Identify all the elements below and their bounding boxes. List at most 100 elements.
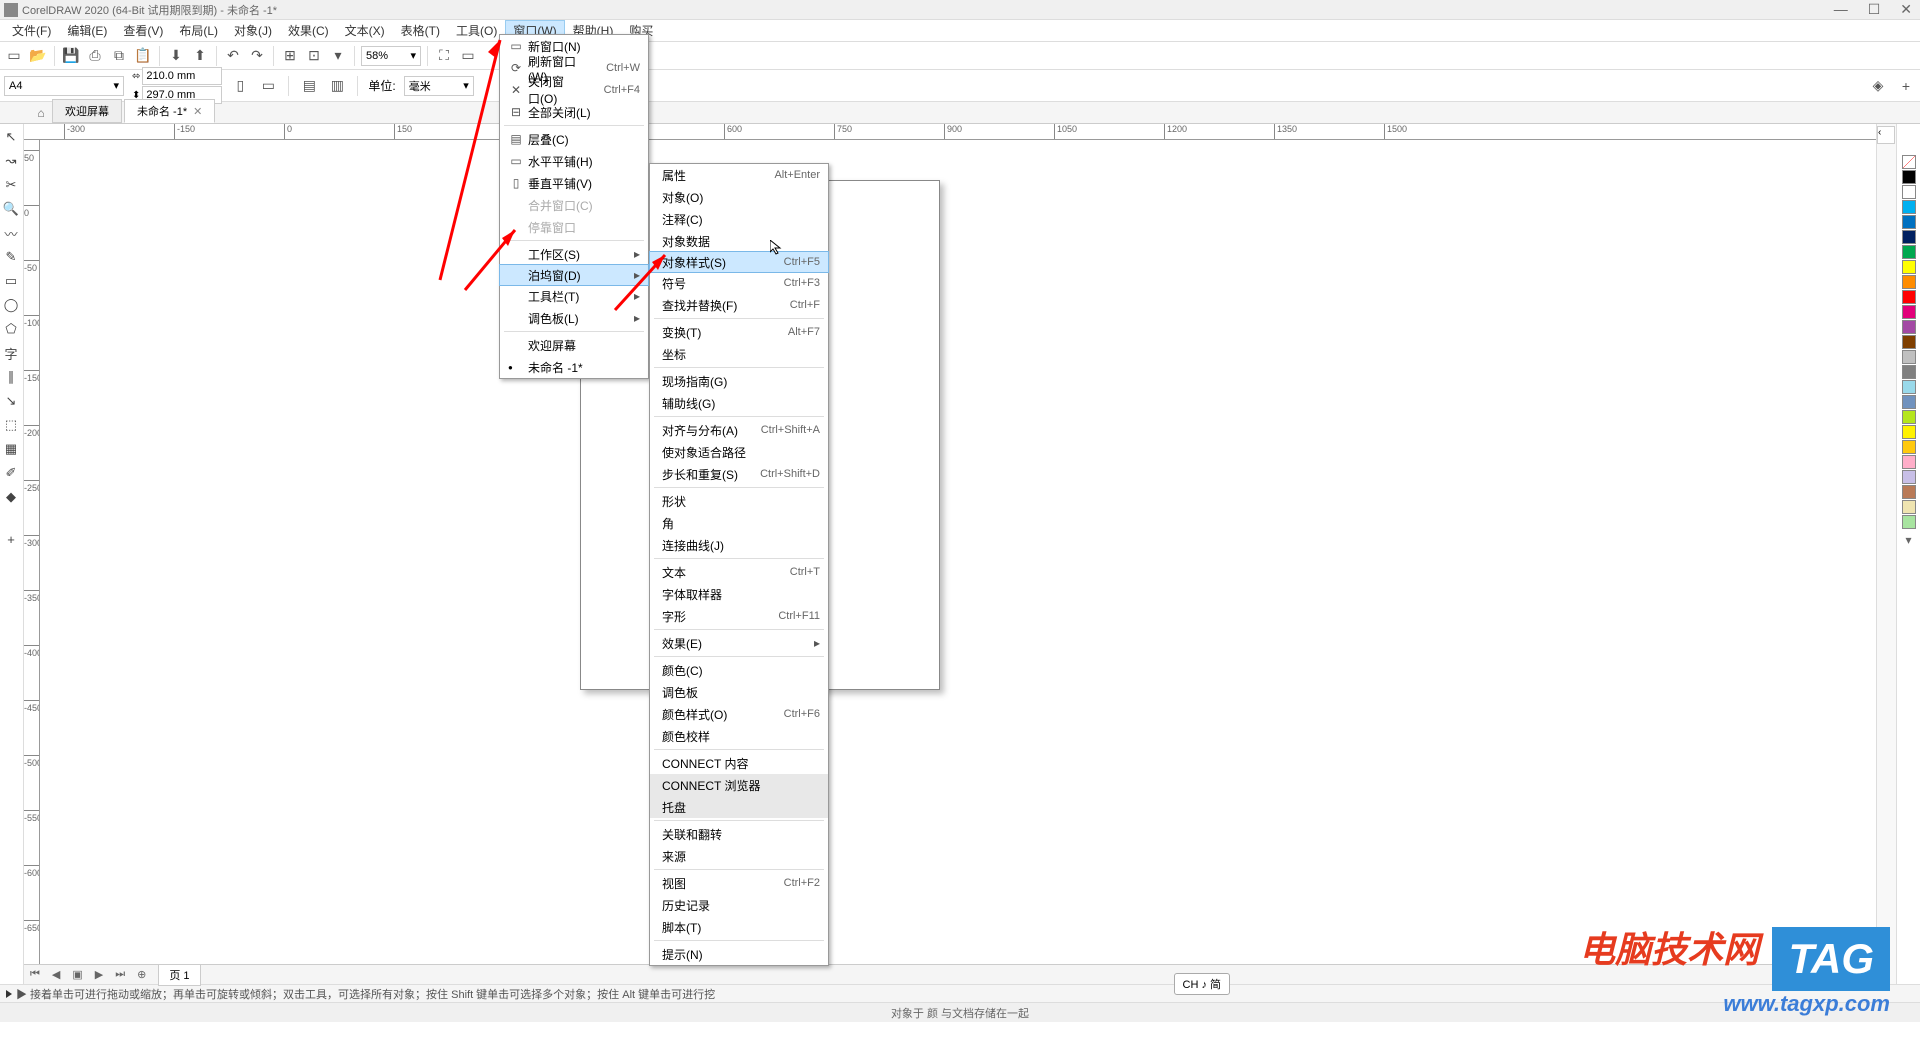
docker-menu-item-44[interactable]: 提示(N) (650, 943, 828, 965)
paste-icon[interactable]: 📋 (133, 46, 153, 66)
docker-menu-item-23[interactable]: 字体取样器 (650, 583, 828, 605)
window-menu-item-2[interactable]: ✕关闭窗口(O)Ctrl+F4 (500, 79, 648, 101)
ime-indicator[interactable]: CH ♪ 简 (1174, 973, 1231, 995)
docker-menu-item-24[interactable]: 字形Ctrl+F11 (650, 605, 828, 627)
docker-menu-item-4[interactable]: 对象样式(S)Ctrl+F5 (649, 251, 829, 273)
portrait-icon[interactable]: ▯ (230, 76, 250, 96)
preview-icon[interactable]: ▭ (458, 46, 478, 66)
crop-tool[interactable]: ✂ (0, 174, 22, 196)
color-swatch-11[interactable] (1902, 335, 1916, 349)
crop-icon[interactable]: ◈ (1868, 76, 1888, 96)
shape-tool[interactable]: ↝ (0, 150, 22, 172)
docker-menu-item-31[interactable]: 颜色校样 (650, 725, 828, 747)
export-icon[interactable]: ⬆ (190, 46, 210, 66)
docker-menu-item-37[interactable]: 关联和翻转 (650, 823, 828, 845)
docker-menu-item-2[interactable]: 注释(C) (650, 208, 828, 230)
menu-5[interactable]: 效果(C) (280, 20, 337, 41)
docker-menu-item-0[interactable]: 属性Alt+Enter (650, 164, 828, 186)
freehand-tool[interactable]: 〰 (0, 222, 22, 244)
home-icon[interactable]: ⌂ (30, 103, 52, 123)
docker-menu-item-8[interactable]: 变换(T)Alt+F7 (650, 321, 828, 343)
color-swatch-22[interactable] (1902, 500, 1916, 514)
color-swatch-6[interactable] (1902, 260, 1916, 274)
undo-icon[interactable]: ↶ (223, 46, 243, 66)
window-menu-item-17[interactable]: 未命名 -1* (500, 356, 648, 378)
expand-tool[interactable]: + (0, 528, 22, 550)
color-swatch-1[interactable] (1902, 185, 1916, 199)
page-next-icon[interactable]: ▶ (89, 968, 109, 981)
zoom-level[interactable]: 58%▾ (361, 46, 421, 66)
window-menu-item-13[interactable]: 工具栏(T)▸ (500, 285, 648, 307)
window-menu-item-16[interactable]: 欢迎屏幕 (500, 334, 648, 356)
color-swatch-10[interactable] (1902, 320, 1916, 334)
docker-menu-item-16[interactable]: 步长和重复(S)Ctrl+Shift+D (650, 463, 828, 485)
docker-menu-item-20[interactable]: 连接曲线(J) (650, 534, 828, 556)
palette-scroll-icon[interactable]: ▾ (1897, 533, 1920, 547)
window-menu-item-12[interactable]: 泊坞窗(D)▸ (499, 264, 649, 286)
color-swatch-7[interactable] (1902, 275, 1916, 289)
color-swatch-5[interactable] (1902, 245, 1916, 259)
menu-7[interactable]: 表格(T) (393, 20, 448, 41)
effect-tool[interactable]: ⬚ (0, 414, 22, 436)
menu-3[interactable]: 布局(L) (171, 20, 226, 41)
menu-8[interactable]: 工具(O) (448, 20, 505, 41)
page2-icon[interactable]: ▥ (327, 76, 347, 96)
color-swatch-20[interactable] (1902, 470, 1916, 484)
docker-menu-item-1[interactable]: 对象(O) (650, 186, 828, 208)
menu-4[interactable]: 对象(J) (226, 20, 280, 41)
color-swatch-12[interactable] (1902, 350, 1916, 364)
unit-dropdown[interactable]: 毫米▾ (404, 76, 474, 96)
document-tab-1[interactable]: 未命名 -1*✕ (124, 99, 215, 123)
window-menu-item-14[interactable]: 调色板(L)▸ (500, 307, 648, 329)
window-menu-item-3[interactable]: ⊟全部关闭(L) (500, 101, 648, 123)
snap2-icon[interactable]: ⊡ (304, 46, 324, 66)
document-tab-0[interactable]: 欢迎屏幕 (52, 99, 122, 123)
docker-menu-item-28[interactable]: 颜色(C) (650, 659, 828, 681)
page-prev-icon[interactable]: ◀ (46, 968, 66, 981)
docker-expand-icon[interactable]: ‹ (1877, 126, 1895, 144)
color-swatch-15[interactable] (1902, 395, 1916, 409)
tab-close-icon[interactable]: ✕ (193, 105, 202, 118)
text-tool[interactable]: 字 (0, 342, 22, 364)
connector-tool[interactable]: ↘ (0, 390, 22, 412)
docker-menu-item-40[interactable]: 视图Ctrl+F2 (650, 872, 828, 894)
print-icon[interactable]: ⎙ (85, 46, 105, 66)
menu-2[interactable]: 查看(V) (115, 20, 171, 41)
docker-menu-item-34[interactable]: CONNECT 浏览器 (650, 774, 828, 796)
window-menu-item-11[interactable]: 工作区(S)▸ (500, 243, 648, 265)
window-menu-item-5[interactable]: ▤层叠(C) (500, 128, 648, 150)
new-icon[interactable]: ▭ (4, 46, 24, 66)
zoom-tool[interactable]: 🔍 (0, 198, 22, 220)
eyedropper-tool[interactable]: ✐ (0, 462, 22, 484)
color-swatch-8[interactable] (1902, 290, 1916, 304)
color-swatch-3[interactable] (1902, 215, 1916, 229)
import-icon[interactable]: ⬇ (166, 46, 186, 66)
snap-icon[interactable]: ⊞ (280, 46, 300, 66)
color-swatch-16[interactable] (1902, 410, 1916, 424)
save-icon[interactable]: 💾 (61, 46, 81, 66)
pick-tool[interactable]: ↖ (0, 126, 22, 148)
docker-menu-item-35[interactable]: 托盘 (650, 796, 828, 818)
page-first-icon[interactable]: ⏮ (24, 968, 46, 981)
page-plus-icon[interactable]: ⊕ (131, 968, 152, 981)
menu-1[interactable]: 编辑(E) (59, 20, 115, 41)
docker-menu-item-18[interactable]: 形状 (650, 490, 828, 512)
options-icon[interactable]: ▾ (328, 46, 348, 66)
open-icon[interactable]: 📂 (28, 46, 48, 66)
landscape-icon[interactable]: ▭ (258, 76, 278, 96)
maximize-button[interactable]: ☐ (1864, 1, 1885, 18)
color-swatch-17[interactable] (1902, 425, 1916, 439)
parallel-tool[interactable]: ∥ (0, 366, 22, 388)
copy-icon[interactable]: ⧉ (109, 46, 129, 66)
color-swatch-13[interactable] (1902, 365, 1916, 379)
color-swatch-21[interactable] (1902, 485, 1916, 499)
minimize-button[interactable]: — (1830, 1, 1852, 18)
docker-menu-item-15[interactable]: 使对象适合路径 (650, 441, 828, 463)
docker-menu-item-41[interactable]: 历史记录 (650, 894, 828, 916)
docker-menu-item-22[interactable]: 文本Ctrl+T (650, 561, 828, 583)
color-swatch-19[interactable] (1902, 455, 1916, 469)
page-last-icon[interactable]: ⏭ (109, 968, 131, 981)
close-button[interactable]: ✕ (1896, 1, 1916, 18)
menu-6[interactable]: 文本(X) (337, 20, 393, 41)
docker-menu-item-9[interactable]: 坐标 (650, 343, 828, 365)
